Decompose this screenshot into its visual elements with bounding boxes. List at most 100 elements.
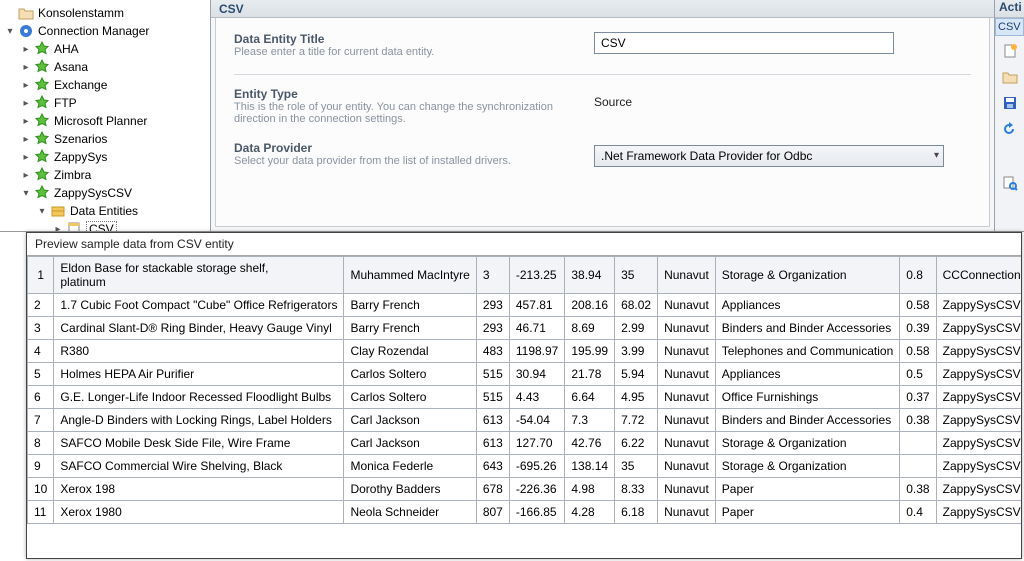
table-row[interactable]: 11Xerox 1980Neola Schneider807-166.854.2…	[28, 501, 1022, 524]
table-cell: 7	[28, 409, 54, 432]
tree-connection-exchange[interactable]: ▸Exchange	[0, 76, 210, 94]
undo-button[interactable]	[995, 118, 1024, 140]
table-cell: Paper	[715, 478, 899, 501]
tree-connection-microsoft-planner[interactable]: ▸Microsoft Planner	[0, 112, 210, 130]
tree-root[interactable]: Konsolenstamm	[0, 4, 210, 22]
table-row[interactable]: 8SAFCO Mobile Desk Side File, Wire Frame…	[28, 432, 1022, 455]
tree-connection-szenarios[interactable]: ▸ Szenarios	[0, 130, 210, 148]
table-row[interactable]: 3Cardinal Slant-D® Ring Binder, Heavy Ga…	[28, 317, 1022, 340]
expand-icon[interactable]: ▸	[20, 61, 32, 73]
table-cell: ZappySysCSV	[936, 363, 1021, 386]
expand-icon[interactable]: ▸	[20, 97, 32, 109]
save-button[interactable]	[995, 92, 1024, 114]
table-cell: 127.70	[509, 432, 565, 455]
expand-icon[interactable]: ▸	[20, 151, 32, 163]
table-row[interactable]: 7Angle-D Binders with Locking Rings, Lab…	[28, 409, 1022, 432]
table-cell: 457.81	[509, 294, 565, 317]
star-icon	[34, 77, 50, 93]
tree-connection-ftp[interactable]: ▸FTP	[0, 94, 210, 112]
tree-connection-zimbra[interactable]: ▸ Zimbra	[0, 166, 210, 184]
tree-entity-csv[interactable]: ▸CSV	[0, 220, 210, 231]
title-input[interactable]	[594, 32, 894, 54]
tree-connection-asana[interactable]: ▸Asana	[0, 58, 210, 76]
table-cell: ZappySysCSV	[936, 294, 1021, 317]
table-cell: -54.04	[509, 409, 565, 432]
table-cell: 1.7 Cubic Foot Compact "Cube" Office Ref…	[54, 294, 344, 317]
table-cell: -166.85	[509, 501, 565, 524]
table-cell: 46.71	[509, 317, 565, 340]
expand-icon[interactable]: ▸	[20, 169, 32, 181]
table-cell: Binders and Binder Accessories	[715, 317, 899, 340]
table-header[interactable]: -213.25	[509, 257, 565, 294]
table-row[interactable]: 21.7 Cubic Foot Compact "Cube" Office Re…	[28, 294, 1022, 317]
table-cell: Binders and Binder Accessories	[715, 409, 899, 432]
table-cell: 0.58	[900, 340, 936, 363]
collapse-icon[interactable]: ▾	[36, 205, 48, 217]
expand-icon[interactable]: ▸	[20, 133, 32, 145]
table-cell: Barry French	[344, 317, 476, 340]
preview-table[interactable]: 1Eldon Base for stackable storage shelf,…	[27, 255, 1021, 558]
table-cell	[900, 455, 936, 478]
table-cell: ZappySysCSV	[936, 340, 1021, 363]
tree-connection-zappysys[interactable]: ▸ZappySys	[0, 148, 210, 166]
tree-item-label: Zimbra	[54, 168, 91, 182]
expand-icon[interactable]: ▸	[20, 43, 32, 55]
navigation-tree[interactable]: Konsolenstamm ▾ Connection Manager ▸AHA▸…	[0, 0, 210, 231]
table-cell: 4.43	[509, 386, 565, 409]
tree-root-label: Konsolenstamm	[38, 6, 124, 20]
table-cell: 643	[476, 455, 509, 478]
star-icon	[34, 95, 50, 111]
table-cell: R380	[54, 340, 344, 363]
table-header[interactable]: 3	[476, 257, 509, 294]
title-label: Data Entity Title	[234, 32, 594, 46]
provider-combobox[interactable]: .Net Framework Data Provider for Odbc ▾	[594, 145, 944, 167]
tree-data-entities[interactable]: ▾Data Entities	[0, 202, 210, 220]
table-cell: 21.78	[565, 363, 615, 386]
table-row[interactable]: 5Holmes HEPA Air PurifierCarlos Soltero5…	[28, 363, 1022, 386]
table-header[interactable]: 38.94	[565, 257, 615, 294]
actions-selected[interactable]: CSV	[995, 18, 1024, 36]
collapse-icon[interactable]: ▾	[4, 25, 16, 37]
expand-icon[interactable]: ▸	[20, 79, 32, 91]
table-cell: Nunavut	[658, 478, 716, 501]
table-header[interactable]: 0.8	[900, 257, 936, 294]
table-cell: 138.14	[565, 455, 615, 478]
table-cell: ZappySysCSV	[936, 478, 1021, 501]
collapse-icon[interactable]: ▾	[20, 187, 32, 199]
search-entity-button[interactable]	[995, 172, 1024, 194]
star-icon	[34, 167, 50, 183]
table-header[interactable]: Eldon Base for stackable storage shelf,p…	[54, 257, 344, 294]
table-cell: 6.18	[615, 501, 658, 524]
table-cell: Nunavut	[658, 386, 716, 409]
table-row[interactable]: 10Xerox 198Dorothy Badders678-226.364.98…	[28, 478, 1022, 501]
table-header[interactable]: 1	[28, 257, 54, 294]
tree-connection-aha[interactable]: ▸AHA	[0, 40, 210, 58]
table-cell: ZappySysCSV	[936, 409, 1021, 432]
table-cell: -226.36	[509, 478, 565, 501]
actions-header: Acti	[995, 0, 1024, 18]
expand-icon[interactable]: ▸	[52, 223, 64, 231]
table-header[interactable]: Muhammed MacIntyre	[344, 257, 476, 294]
table-row[interactable]: 9SAFCO Commercial Wire Shelving, BlackMo…	[28, 455, 1022, 478]
provider-label: Data Provider	[234, 141, 594, 155]
table-header[interactable]: CCConnectionNam	[936, 257, 1021, 294]
tree-connection-manager[interactable]: ▾ Connection Manager	[0, 22, 210, 40]
table-row[interactable]: 6G.E. Longer-Life Indoor Recessed Floodl…	[28, 386, 1022, 409]
table-header[interactable]: Storage & Organization	[715, 257, 899, 294]
table-header[interactable]: Nunavut	[658, 257, 716, 294]
table-cell: 1198.97	[509, 340, 565, 363]
expand-icon[interactable]: ▸	[20, 115, 32, 127]
tree-item-label: Szenarios	[54, 132, 107, 146]
table-cell: Angle-D Binders with Locking Rings, Labe…	[54, 409, 344, 432]
table-header[interactable]: 35	[615, 257, 658, 294]
table-cell: 0.39	[900, 317, 936, 340]
entity-form: Data Entity Title Please enter a title f…	[215, 18, 990, 227]
open-folder-button[interactable]	[995, 66, 1024, 88]
table-cell: Xerox 198	[54, 478, 344, 501]
tree-connection-zappysyscsv[interactable]: ▾ZappySysCSV	[0, 184, 210, 202]
table-cell: Storage & Organization	[715, 432, 899, 455]
table-cell: Nunavut	[658, 363, 716, 386]
new-doc-button[interactable]	[995, 40, 1024, 62]
title-desc: Please enter a title for current data en…	[234, 46, 594, 58]
table-row[interactable]: 4R380Clay Rozendal4831198.97195.993.99Nu…	[28, 340, 1022, 363]
